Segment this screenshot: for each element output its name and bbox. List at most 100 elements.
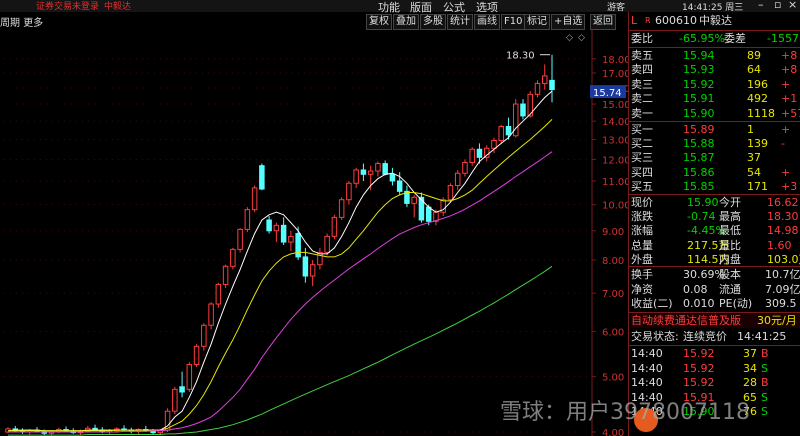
candle[interactable] — [549, 79, 555, 91]
y-tick-label: 8.00 — [602, 256, 624, 267]
current-price-label: 15.74 — [593, 88, 622, 99]
candle[interactable] — [215, 283, 222, 305]
candle[interactable] — [331, 216, 338, 237]
candle[interactable] — [266, 219, 272, 232]
candle[interactable] — [179, 386, 185, 393]
candle[interactable] — [309, 264, 316, 277]
y-tick-label: 7.00 — [602, 289, 624, 300]
candle[interactable] — [534, 82, 541, 95]
menu-guest[interactable]: 游客 — [607, 0, 625, 13]
candle[interactable] — [201, 324, 207, 347]
candle[interactable] — [491, 140, 497, 149]
ask-price: 15.92 — [683, 77, 715, 91]
candle[interactable] — [186, 364, 193, 390]
tick-time: 14:40 — [631, 361, 663, 375]
ask-row: 卖三 15.92 196 + — [631, 78, 800, 92]
candle[interactable] — [367, 170, 374, 175]
stat-value: -0.74 — [687, 210, 716, 224]
menu-options[interactable]: 选项 — [476, 0, 498, 15]
candle[interactable] — [251, 187, 258, 211]
candle[interactable] — [237, 228, 243, 250]
candle[interactable] — [462, 162, 468, 174]
menu-layout[interactable]: 版面 — [410, 0, 432, 15]
y-tick-label: 17.00 — [602, 69, 628, 80]
candle[interactable] — [259, 165, 265, 190]
period-label[interactable]: 周期 — [0, 18, 20, 29]
mark-button[interactable]: 标记 — [524, 14, 550, 30]
candle[interactable] — [476, 148, 483, 158]
stat-row: 总量 217.5万 量比 1.60 — [631, 239, 800, 253]
candle[interactable] — [520, 103, 526, 117]
candle[interactable] — [498, 126, 504, 142]
back-button[interactable]: 返回 — [590, 14, 616, 30]
f10-button[interactable]: F10 — [501, 14, 526, 30]
candle[interactable] — [273, 224, 280, 232]
bid-price: 15.89 — [683, 123, 715, 136]
fund-label: 收益(二) — [631, 297, 673, 310]
ask-volume: 1118 — [747, 106, 775, 120]
candle[interactable] — [396, 180, 403, 192]
candle[interactable] — [360, 169, 367, 175]
candle[interactable] — [193, 345, 200, 366]
ask-price: 15.94 — [683, 49, 715, 62]
overlay-button[interactable]: 叠加 — [393, 14, 419, 30]
menu-function[interactable]: 功能 — [378, 0, 400, 15]
multi-stock-button[interactable]: 多股 — [420, 14, 446, 30]
fuquan-button[interactable]: 复权 — [366, 14, 392, 30]
candle[interactable] — [389, 173, 396, 182]
candle[interactable] — [295, 233, 301, 258]
candle[interactable] — [288, 235, 294, 243]
trade-status-row: 交易状态: 连续竞价 14:41:25 — [631, 330, 787, 343]
draw-line-button[interactable]: 画线 — [474, 14, 500, 30]
period-selector[interactable]: 周期 更多 — [0, 14, 43, 29]
fund-row: 净资 0.08 流通 7.09亿 — [631, 283, 800, 297]
high-annotation: 18.30 — [506, 51, 535, 62]
y-tick-label: 10.00 — [602, 201, 628, 212]
promo-price[interactable]: 30元/月 — [757, 314, 797, 328]
stat-row: 涨幅 -4.45% 最低 14.98 — [631, 224, 800, 238]
ask-label: 卖四 — [631, 63, 653, 77]
candle[interactable] — [230, 248, 236, 267]
candle[interactable] — [208, 303, 214, 326]
restore-icon[interactable]: ▫ — [774, 0, 781, 11]
candle[interactable] — [447, 185, 454, 201]
promo-text[interactable]: 自动续费通达信普及版 — [631, 314, 741, 328]
candle[interactable] — [244, 209, 251, 230]
login-status[interactable]: 证券交易未登录 — [36, 0, 99, 12]
promo-row[interactable]: 自动续费通达信普及版 30元/月 — [631, 314, 800, 328]
candle[interactable] — [505, 126, 512, 136]
candle[interactable] — [302, 256, 309, 277]
add-watchlist-button[interactable]: +自选 — [551, 14, 586, 30]
y-tick-label: 18.00 — [602, 55, 628, 66]
candle[interactable] — [324, 235, 330, 253]
close-icon[interactable]: × — [788, 0, 797, 11]
candle[interactable] — [338, 199, 345, 218]
tick-row: 14:40 15.92 28 B — [631, 376, 800, 390]
ask-row: 卖五 15.94 89 +8 — [631, 49, 800, 63]
stat-row: 外盘114.5万内盘103.0万 — [631, 253, 800, 267]
more-label[interactable]: 更多 — [23, 18, 43, 29]
candle[interactable] — [382, 163, 388, 175]
minimize-icon[interactable]: – — [758, 0, 764, 11]
candle[interactable] — [375, 163, 381, 172]
y-tick-label: 14.00 — [602, 117, 628, 128]
candle[interactable] — [454, 172, 461, 187]
menu-formula[interactable]: 公式 — [443, 0, 465, 15]
candle[interactable] — [469, 148, 475, 164]
candle[interactable] — [353, 169, 359, 184]
candle[interactable] — [425, 206, 432, 222]
kline-chart[interactable]: 4.00 5.00 6.00 7.00 8.00 9.00 10.00 11.00 12.00 1… — [0, 30, 628, 436]
candle[interactable] — [346, 182, 352, 201]
candle[interactable] — [172, 388, 178, 412]
bid-volume: 54 — [747, 165, 761, 179]
stat-value: 15.90 — [687, 196, 719, 209]
bid-change: + — [781, 123, 791, 136]
statistics-button[interactable]: 统计 — [447, 14, 473, 30]
tick-row: 14:40 15.92 37 B — [631, 347, 800, 361]
candle[interactable] — [280, 224, 287, 243]
candle[interactable] — [411, 196, 417, 204]
candle[interactable] — [222, 265, 229, 285]
fund-row: 换手 30.69% 股本 10.7亿 — [631, 268, 800, 282]
bid-label: 买五 — [631, 179, 653, 193]
candle[interactable] — [541, 75, 548, 84]
